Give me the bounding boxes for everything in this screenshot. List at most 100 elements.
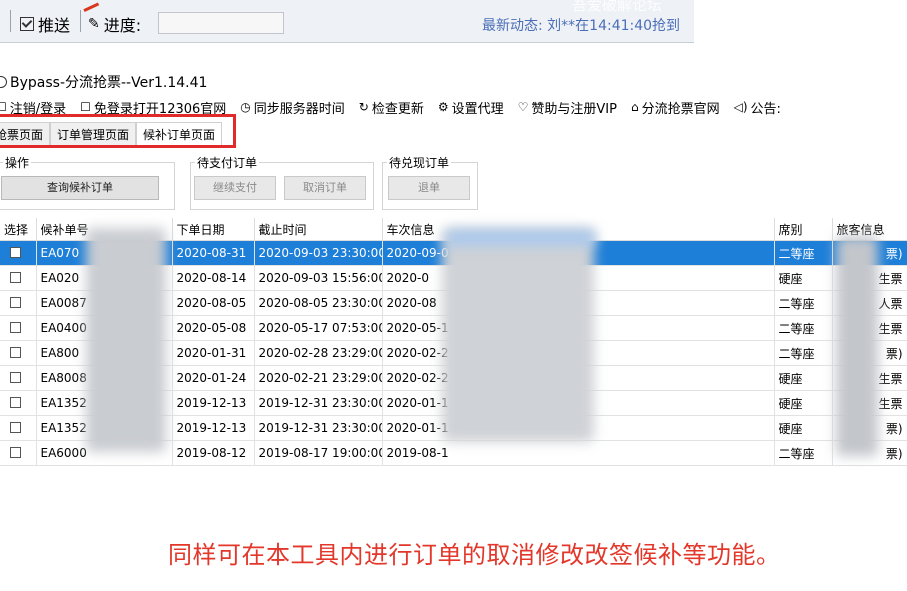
cell-order-date: 2019-12-13 [172, 415, 255, 441]
menu-label: 赞助与注册VIP [531, 101, 617, 117]
window-title-text: Bypass-分流抢票--Ver1.14.41 [10, 75, 208, 91]
row-select[interactable] [0, 240, 37, 266]
menu-label: 检查更新 [371, 101, 424, 117]
row-checkbox[interactable] [10, 272, 21, 283]
refund-button[interactable]: 退单 [388, 176, 470, 200]
cell-deadline: 2020-05-17 07:53:00 [254, 315, 383, 341]
row-select[interactable] [0, 340, 37, 366]
cell-order-date: 2020-08-31 [172, 240, 255, 266]
progress-bar [158, 12, 284, 34]
caption-text: 同样可在本工具内进行订单的取消修改改签候补等功能。 [168, 541, 781, 569]
menu-label: 公告: [750, 101, 781, 117]
row-checkbox[interactable] [10, 322, 21, 333]
cell-order-date: 2019-08-12 [172, 440, 255, 466]
col-order-date[interactable]: 下单日期 [172, 218, 255, 241]
cell-order-date: 2020-01-31 [172, 340, 255, 366]
menu-item-check-update[interactable]: ↻ 检查更新 [359, 98, 424, 117]
menu-label: 同步服务器时间 [253, 101, 345, 117]
speaker-icon: ◁) [733, 100, 748, 114]
menu-item-proxy[interactable]: ⚙ 设置代理 [438, 98, 504, 117]
login-icon: ☐ [0, 100, 7, 114]
col-deadline[interactable]: 截止时间 [254, 218, 383, 241]
cell-train-info: 2019-08-1 [382, 440, 775, 466]
cell-seat: 二等座 [774, 340, 833, 366]
cell-deadline: 2020-09-03 23:30:00 [254, 240, 383, 266]
app-icon [0, 76, 7, 88]
menu-item-website[interactable]: ⌂ 分流抢票官网 [631, 98, 720, 117]
menu-label: 设置代理 [451, 101, 504, 117]
row-checkbox[interactable] [10, 397, 21, 408]
row-select[interactable] [0, 315, 37, 341]
col-seat[interactable]: 席别 [774, 218, 833, 241]
gear-icon: ⚙ [437, 100, 449, 114]
pending-group-title: 待支付订单 [195, 154, 260, 171]
cell-order-date: 2019-12-13 [172, 390, 255, 416]
cell-deadline: 2019-08-17 19:00:00 [254, 440, 383, 466]
menu-item-announcement[interactable]: ◁) 公告: [734, 98, 781, 117]
privacy-blur [836, 236, 878, 456]
toolbar-separator [10, 10, 11, 32]
cell-deadline: 2019-12-31 23:30:00 [254, 415, 383, 441]
menu-item-sync-time[interactable]: ◷ 同步服务器时间 [240, 98, 345, 117]
row-select[interactable] [0, 365, 37, 391]
cell-deadline: 2020-02-21 23:29:00 [254, 365, 383, 391]
cell-seat: 二等座 [774, 315, 833, 341]
row-checkbox[interactable] [10, 372, 21, 383]
privacy-blur [446, 230, 596, 246]
row-checkbox[interactable] [10, 422, 21, 433]
row-checkbox[interactable] [10, 447, 21, 458]
row-select[interactable] [0, 440, 37, 466]
continue-pay-button[interactable]: 继续支付 [194, 176, 276, 200]
push-button[interactable]: 推送 [20, 12, 70, 36]
col-select[interactable]: 选择 [0, 218, 37, 241]
news-ticker: 最新动态: 刘**在14:41:40抢到 [482, 18, 681, 34]
checkbox-icon [20, 17, 34, 31]
progress-label-text: 进度: [103, 16, 142, 35]
cell-seat: 二等座 [774, 240, 833, 266]
top-toolbar: 推送 ✎ 进度: 最新动态: 刘**在14:41:40抢到 吾爱破解论坛 [0, 0, 694, 43]
ops-group-title: 操作 [3, 154, 32, 171]
cell-order-date: 2020-01-24 [172, 365, 255, 391]
ops-group: 操作 查询候补订单 [0, 154, 175, 210]
cell-seat: 二等座 [774, 290, 833, 316]
pencil-icon: ✎ [88, 16, 100, 32]
window-title: Bypass-分流抢票--Ver1.14.41 [0, 72, 207, 94]
row-checkbox[interactable] [10, 347, 21, 358]
pending-payment-group: 待支付订单 继续支付 取消订单 [190, 154, 374, 210]
row-select[interactable] [0, 415, 37, 441]
home-icon: ⌂ [630, 100, 639, 114]
query-waitlist-button[interactable]: 查询候补订单 [1, 176, 159, 200]
cancel-order-button[interactable]: 取消订单 [284, 176, 366, 200]
push-label: 推送 [38, 16, 71, 35]
heart-icon: ♡ [517, 100, 529, 114]
cell-order-date: 2020-05-08 [172, 315, 255, 341]
row-checkbox[interactable] [10, 297, 21, 308]
menu-item-vip[interactable]: ♡ 赞助与注册VIP [518, 98, 617, 117]
menu-label: 分流抢票官网 [641, 101, 720, 117]
annotation-arrow [80, 0, 100, 12]
pending-redeem-group: 待兑现订单 退单 [382, 154, 478, 210]
watermark: 吾爱破解论坛 [572, 0, 663, 14]
row-checkbox[interactable] [10, 247, 21, 258]
redeem-group-title: 待兑现订单 [387, 154, 452, 171]
row-select[interactable] [0, 265, 37, 291]
cell-deadline: 2019-12-31 23:30:00 [254, 390, 383, 416]
cell-seat: 硬座 [774, 415, 833, 441]
clock-icon: ◷ [240, 100, 251, 114]
cell-order-date: 2020-08-14 [172, 265, 255, 291]
cell-deadline: 2020-09-03 15:56:00 [254, 265, 383, 291]
progress-label: ✎ 进度: [88, 12, 141, 36]
privacy-blur [86, 228, 166, 452]
cell-order-date: 2020-08-05 [172, 290, 255, 316]
toolbar-separator [80, 10, 81, 32]
cell-seat: 二等座 [774, 440, 833, 466]
cell-seat: 硬座 [774, 265, 833, 291]
row-select[interactable] [0, 390, 37, 416]
highlight-box [0, 114, 236, 148]
save-icon: ☐ [80, 100, 91, 114]
cell-seat: 硬座 [774, 365, 833, 391]
privacy-blur [442, 228, 594, 442]
cell-deadline: 2020-02-28 23:29:00 [254, 340, 383, 366]
row-select[interactable] [0, 290, 37, 316]
cell-seat: 硬座 [774, 390, 833, 416]
